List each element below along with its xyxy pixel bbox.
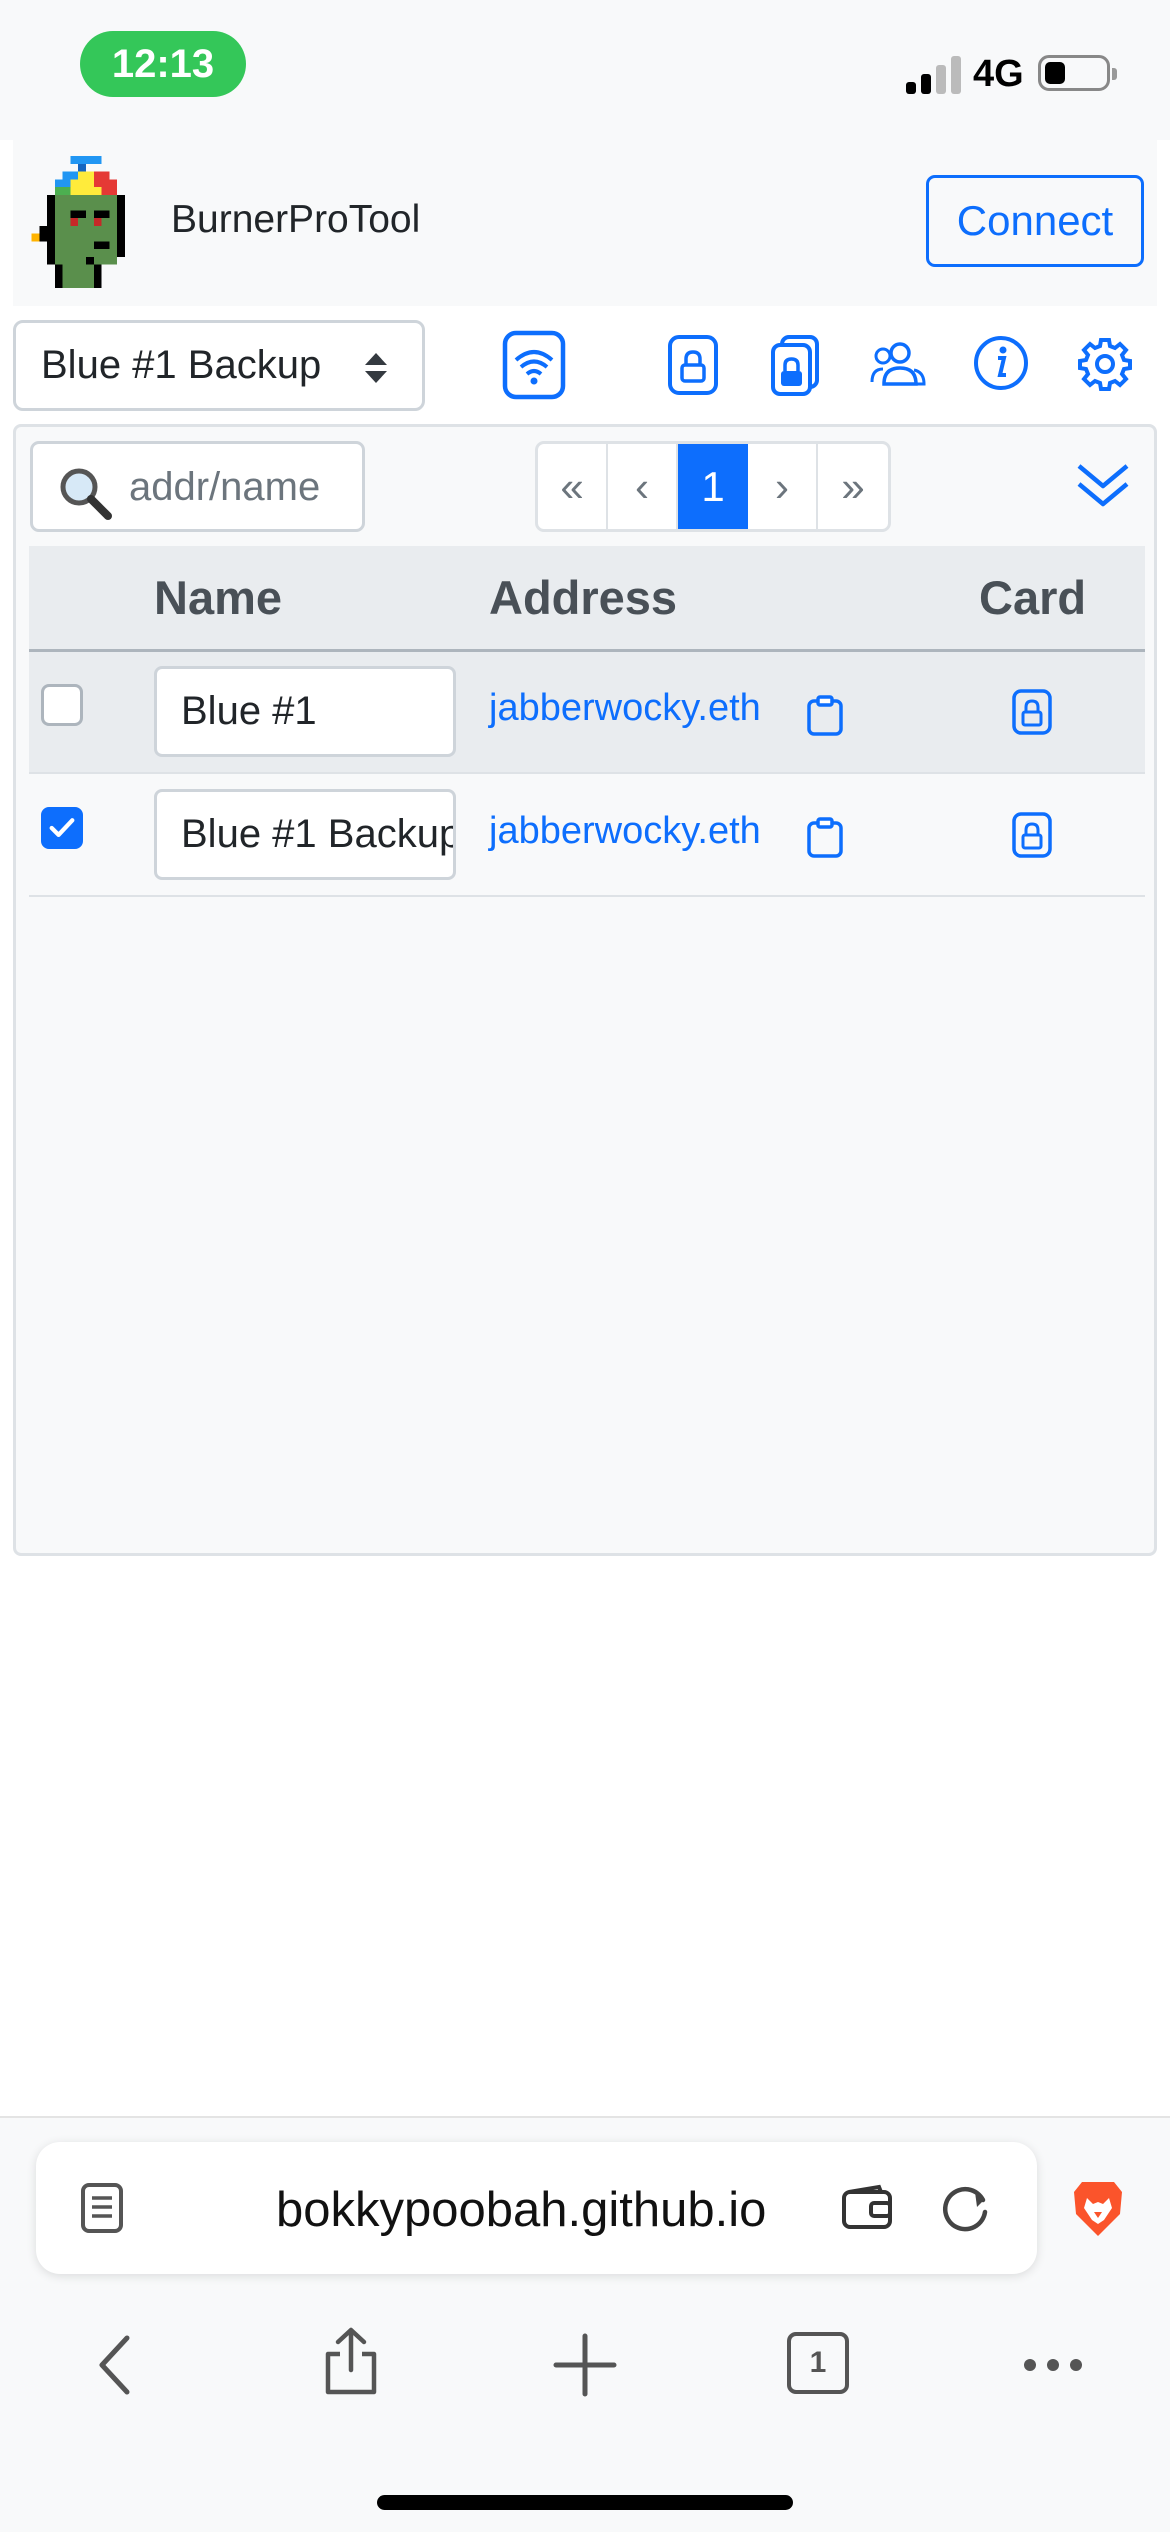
card-lock-icon[interactable] <box>1011 811 1053 859</box>
column-header-address: Address <box>489 546 964 652</box>
cellular-signal-icon <box>906 54 962 94</box>
app-header: BurnerProTool Connect <box>13 140 1157 306</box>
row-checkbox-checked[interactable] <box>41 806 83 849</box>
page-current-button[interactable]: 1 <box>678 444 748 529</box>
info-icon[interactable] <box>973 335 1029 391</box>
app-brand: BurnerProTool <box>171 198 421 241</box>
clipboard-icon[interactable] <box>805 817 845 859</box>
share-icon[interactable] <box>316 2326 386 2396</box>
status-bar: 12:13 4G <box>0 0 1170 140</box>
row-checkbox[interactable] <box>41 683 83 726</box>
account-name-input[interactable]: Blue #1 <box>154 666 456 758</box>
reader-mode-icon[interactable] <box>80 2182 124 2234</box>
table-row: Blue #1 jabberwocky.eth <box>29 650 1145 774</box>
url-text[interactable]: bokkypoobah.github.io <box>276 2182 766 2238</box>
column-header-select <box>29 546 154 652</box>
home-indicator <box>377 2495 793 2510</box>
card-lock-icon[interactable] <box>1011 688 1053 736</box>
tab-switcher-button[interactable]: 1 <box>787 2332 849 2394</box>
page-last-button[interactable]: » <box>818 444 888 529</box>
page-next-button[interactable]: › <box>748 444 818 529</box>
more-options-icon[interactable] <box>1018 2330 1088 2400</box>
wallet-icon[interactable] <box>841 2184 893 2230</box>
chevron-double-down-icon[interactable] <box>1075 456 1131 514</box>
wifi-icon[interactable] <box>502 330 566 400</box>
people-icon[interactable] <box>870 340 926 388</box>
search-icon <box>60 468 112 520</box>
battery-icon <box>1038 55 1117 91</box>
column-header-card: Card <box>964 546 1145 652</box>
column-header-name: Name <box>154 546 489 652</box>
card-select[interactable]: Blue #1 Backup <box>13 320 425 411</box>
network-label: 4G <box>973 53 1024 95</box>
page-prev-button[interactable]: ‹ <box>608 444 678 529</box>
plus-icon[interactable] <box>550 2330 620 2400</box>
back-arrow-icon[interactable] <box>82 2330 152 2400</box>
table-row: Blue #1 Backup jabberwocky.eth <box>29 773 1145 897</box>
checkmark-icon <box>49 817 75 837</box>
card-select-value: Blue #1 Backup <box>41 343 322 387</box>
brave-lion-icon[interactable] <box>1070 2178 1126 2240</box>
gear-icon[interactable] <box>1078 337 1132 391</box>
connect-button[interactable]: Connect <box>926 175 1144 267</box>
accounts-panel: « ‹ 1 › » Name Address Card Blue #1 jabb… <box>13 424 1157 1556</box>
account-address-link[interactable]: jabberwocky.eth <box>489 810 761 852</box>
address-bar[interactable]: bokkypoobah.github.io <box>36 2142 1037 2274</box>
search-input[interactable] <box>129 460 349 514</box>
account-name-input[interactable]: Blue #1 Backup <box>154 789 456 880</box>
pagination: « ‹ 1 › » <box>535 441 891 532</box>
table-header-row: Name Address Card <box>29 546 1145 652</box>
search-box[interactable] <box>30 441 365 532</box>
punk-avatar-logo <box>31 156 125 288</box>
account-address-link[interactable]: jabberwocky.eth <box>489 687 761 729</box>
browser-toolbar: bokkypoobah.github.io 1 <box>0 2116 1170 2532</box>
status-time: 12:13 <box>80 31 246 97</box>
lock-icon[interactable] <box>667 334 719 396</box>
page-first-button[interactable]: « <box>538 444 608 529</box>
sort-arrows-icon <box>365 353 387 383</box>
cards-lock-icon[interactable] <box>770 334 820 396</box>
clipboard-icon[interactable] <box>805 694 845 737</box>
reload-icon[interactable] <box>940 2182 992 2234</box>
accounts-table: Name Address Card Blue #1 jabberwocky.et… <box>29 546 1145 897</box>
